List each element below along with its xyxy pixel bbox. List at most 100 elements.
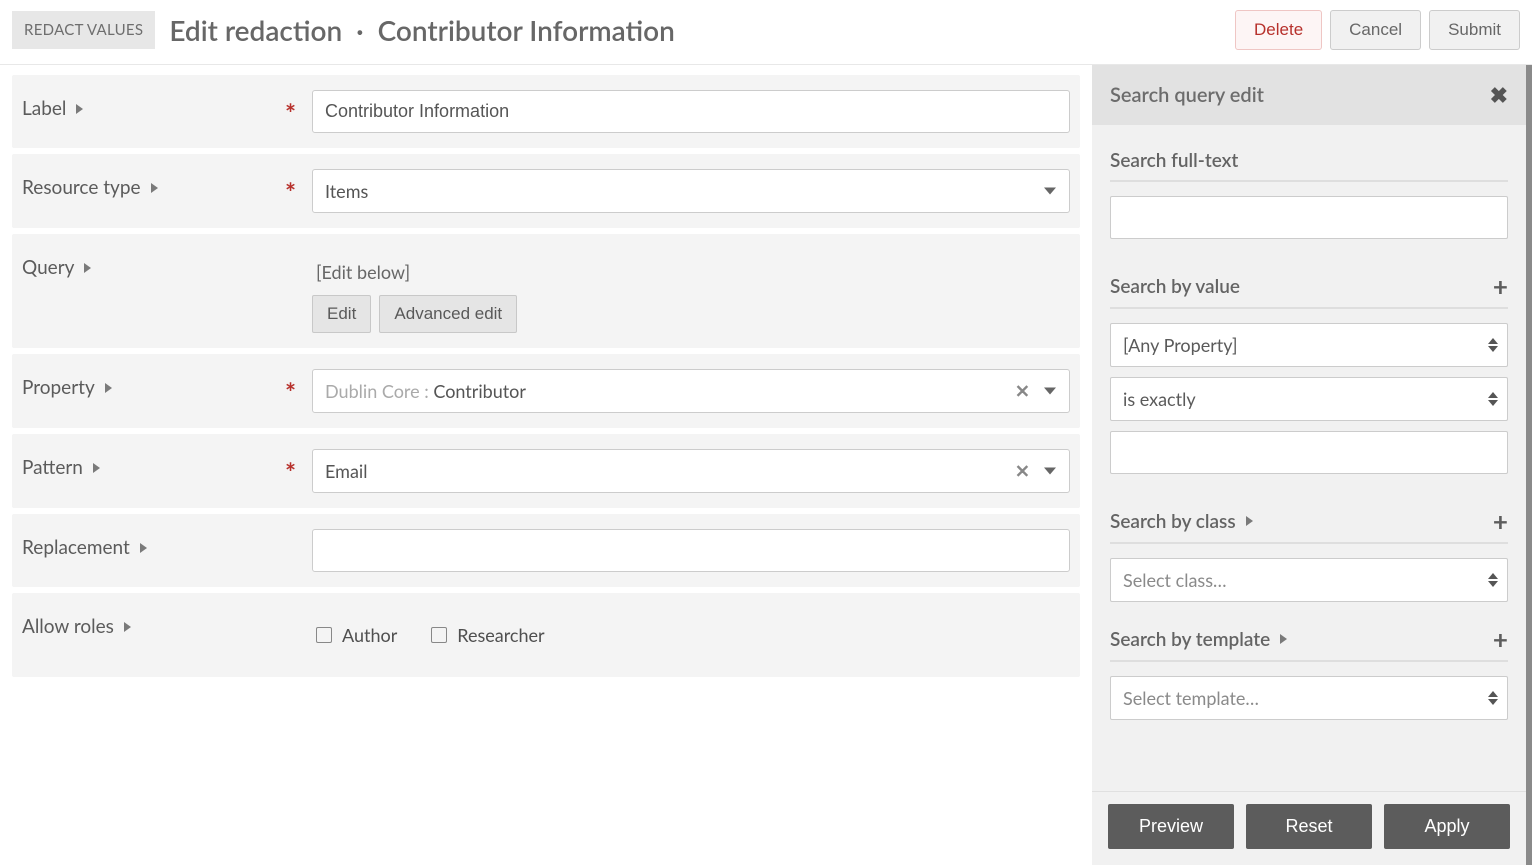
section-search-by-template: Search by template + (1110, 626, 1508, 652)
required-icon: * (285, 175, 296, 207)
section-search-fulltext: Search full-text (1110, 149, 1508, 172)
required-icon: * (285, 455, 296, 487)
label-text: Replacement (22, 536, 130, 559)
label-text: Query (22, 256, 74, 279)
value-property-value: [Any Property] (1110, 323, 1508, 367)
spinner-icon (1488, 338, 1498, 352)
class-select[interactable]: Select class… (1110, 558, 1508, 602)
chevron-down-icon (1044, 388, 1056, 395)
spinner-icon (1488, 691, 1498, 705)
pattern-value: Email (312, 449, 1070, 493)
template-select-value: Select template… (1110, 676, 1508, 720)
required-icon: * (285, 375, 296, 407)
label-text: Allow roles (22, 615, 114, 638)
section-search-by-class: Search by class + (1110, 508, 1508, 534)
section-label: Search full-text (1110, 149, 1238, 172)
module-badge: REDACT VALUES (12, 11, 155, 49)
resource-type-select[interactable]: Items (312, 169, 1070, 213)
required-icon: * (285, 96, 296, 128)
role-checkbox-author[interactable]: Author (316, 624, 397, 646)
cancel-button[interactable]: Cancel (1330, 10, 1421, 50)
section-search-by-value: Search by value + (1110, 273, 1508, 299)
caret-right-icon (140, 543, 147, 553)
section-label: Search by template (1110, 628, 1270, 651)
field-pattern: Pattern * Email ✕ (12, 434, 1080, 508)
chevron-down-icon (1044, 188, 1056, 195)
section-label: Search by value (1110, 275, 1240, 298)
resource-type-value: Items (312, 169, 1070, 213)
add-template-icon[interactable]: + (1493, 626, 1508, 652)
property-value: Dublin Core : Contributor (312, 369, 1070, 413)
field-label-allow-roles[interactable]: Allow roles (12, 593, 312, 660)
checkbox-label: Author (342, 624, 397, 646)
field-label-resource-type[interactable]: Resource type * (12, 154, 312, 221)
add-class-icon[interactable]: + (1493, 508, 1508, 534)
pattern-select[interactable]: Email ✕ (312, 449, 1070, 493)
sidebar-header: Search query edit ✖ (1092, 65, 1526, 125)
checkbox-icon (316, 627, 332, 643)
delete-button[interactable]: Delete (1235, 10, 1322, 50)
divider (1110, 307, 1508, 309)
caret-right-icon (84, 263, 91, 273)
caret-right-icon (76, 104, 83, 114)
field-allow-roles: Allow roles Author Researcher (12, 593, 1080, 677)
checkbox-label: Researcher (457, 624, 544, 646)
sidebar-title: Search query edit (1110, 83, 1264, 107)
page-header: REDACT VALUES Edit redaction · Contribut… (0, 0, 1532, 65)
field-label-query[interactable]: Query (12, 234, 312, 301)
clear-icon[interactable]: ✕ (1015, 380, 1030, 403)
checkbox-icon (431, 627, 447, 643)
caret-right-icon (1280, 634, 1287, 644)
section-label: Search by class (1110, 510, 1236, 533)
label-text: Pattern (22, 456, 83, 479)
field-property: Property * Dublin Core : Contributor ✕ (12, 354, 1080, 428)
value-op-value: is exactly (1110, 377, 1508, 421)
field-replacement: Replacement (12, 514, 1080, 587)
label-text: Resource type (22, 176, 141, 199)
submit-button[interactable]: Submit (1429, 10, 1520, 50)
spinner-icon (1488, 573, 1498, 587)
caret-right-icon (1246, 516, 1253, 526)
value-property-select[interactable]: [Any Property] (1110, 323, 1508, 367)
property-term: Contributor (433, 380, 526, 402)
form-column: Label * Resource type * Items (0, 65, 1092, 865)
chevron-down-icon (1044, 468, 1056, 475)
divider (1110, 542, 1508, 544)
value-text-input[interactable] (1110, 431, 1508, 474)
clear-icon[interactable]: ✕ (1015, 460, 1030, 483)
query-advanced-edit-button[interactable]: Advanced edit (379, 295, 517, 333)
label-input[interactable] (312, 90, 1070, 133)
property-vocab-prefix: Dublin Core : (325, 380, 433, 402)
apply-button[interactable]: Apply (1384, 804, 1510, 849)
header-actions: Delete Cancel Submit (1235, 10, 1520, 50)
field-label: Label * (12, 75, 1080, 148)
spinner-icon (1488, 392, 1498, 406)
field-label-label[interactable]: Label * (12, 75, 312, 142)
sidebar-footer: Preview Reset Apply (1092, 791, 1526, 865)
add-value-icon[interactable]: + (1493, 273, 1508, 299)
property-select[interactable]: Dublin Core : Contributor ✕ (312, 369, 1070, 413)
search-fulltext-input[interactable] (1110, 196, 1508, 239)
close-icon[interactable]: ✖ (1490, 81, 1508, 109)
class-select-value: Select class… (1110, 558, 1508, 602)
replacement-input[interactable] (312, 529, 1070, 572)
role-checkbox-researcher[interactable]: Researcher (431, 624, 544, 646)
query-hint-text: [Edit below] (312, 249, 1070, 295)
preview-button[interactable]: Preview (1108, 804, 1234, 849)
label-text: Property (22, 376, 95, 399)
value-op-select[interactable]: is exactly (1110, 377, 1508, 421)
query-edit-button[interactable]: Edit (312, 295, 371, 333)
caret-right-icon (124, 622, 131, 632)
template-select[interactable]: Select template… (1110, 676, 1508, 720)
field-label-property[interactable]: Property * (12, 354, 312, 421)
page-title: Edit redaction · Contributor Information (169, 13, 1235, 47)
sidebar: Search query edit ✖ Search full-text Sea… (1092, 65, 1532, 865)
divider (1110, 180, 1508, 182)
field-query: Query [Edit below] Edit Advanced edit (12, 234, 1080, 348)
reset-button[interactable]: Reset (1246, 804, 1372, 849)
field-label-pattern[interactable]: Pattern * (12, 434, 312, 501)
divider (1110, 660, 1508, 662)
caret-right-icon (105, 383, 112, 393)
field-resource-type: Resource type * Items (12, 154, 1080, 228)
field-label-replacement[interactable]: Replacement (12, 514, 312, 581)
